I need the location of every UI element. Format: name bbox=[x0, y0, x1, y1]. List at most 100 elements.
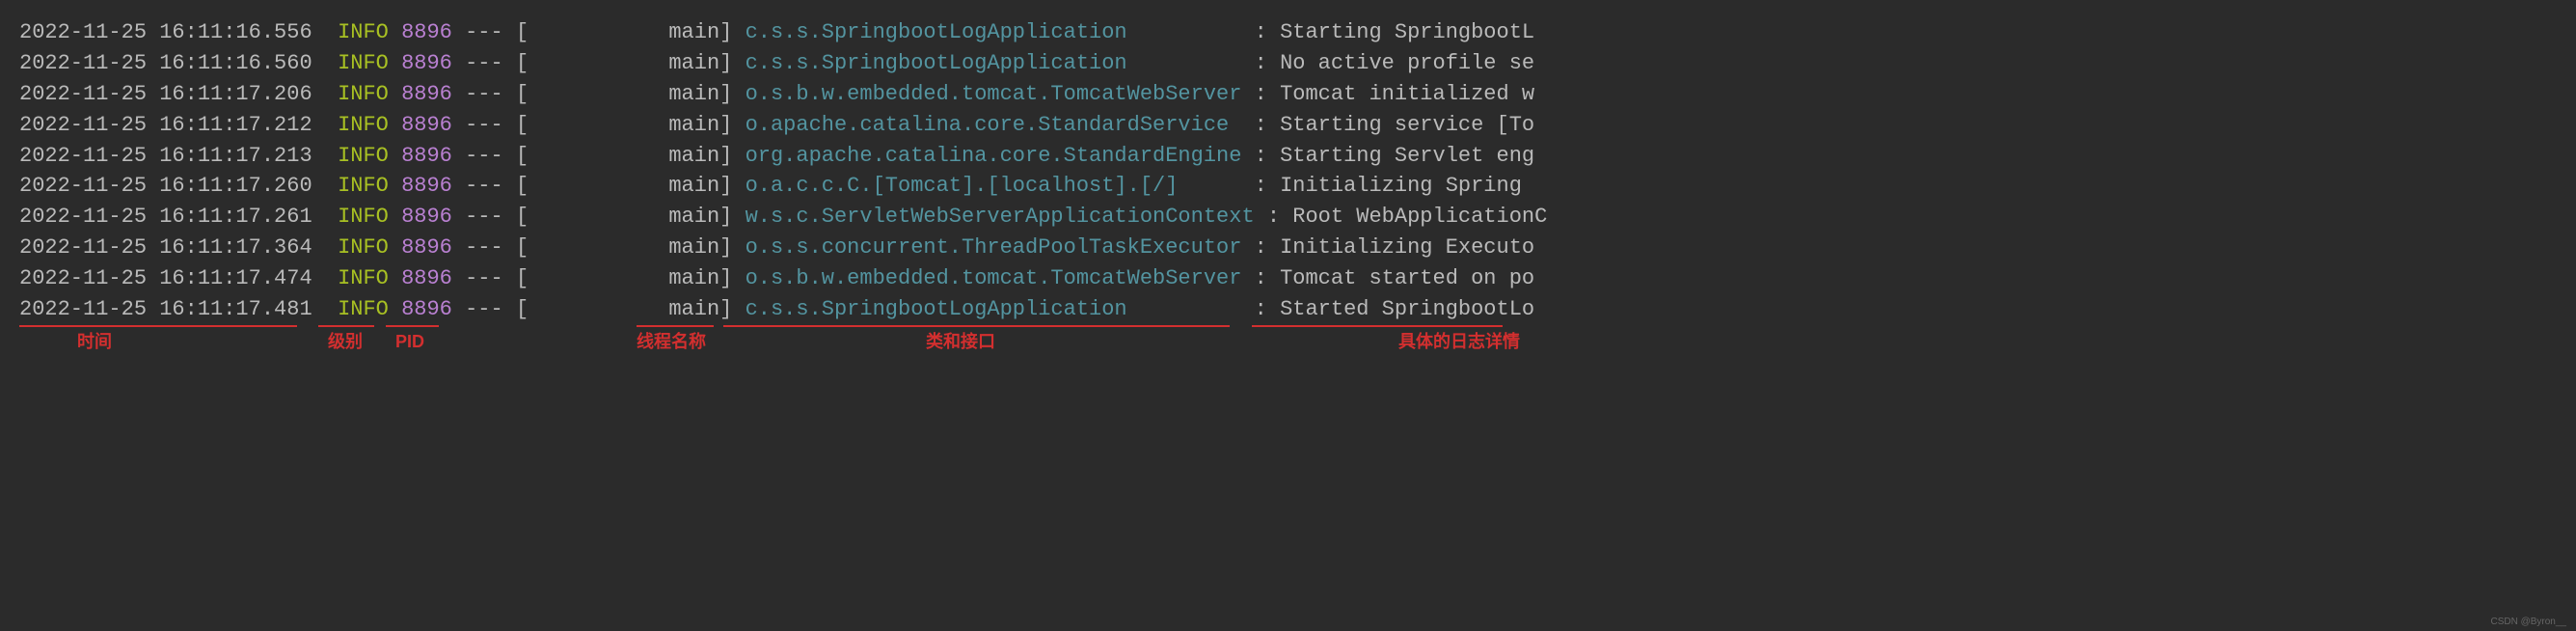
logger-name: o.s.s.concurrent.ThreadPoolTaskExecutor bbox=[746, 233, 1242, 263]
bracket-close: ] bbox=[719, 110, 732, 141]
bracket-open: [ bbox=[516, 110, 529, 141]
log-line: 2022-11-25 16:11:16.556 INFO 8896 --- [ … bbox=[19, 17, 2557, 48]
log-level: INFO bbox=[338, 171, 389, 202]
bracket-open: [ bbox=[516, 233, 529, 263]
label-logger: 类和接口 bbox=[926, 329, 995, 354]
bracket-close: ] bbox=[719, 79, 732, 110]
underline-thread bbox=[637, 325, 714, 327]
logger-name: org.apache.catalina.core.StandardEngine bbox=[746, 141, 1242, 172]
log-level: INFO bbox=[338, 110, 389, 141]
log-message: Initializing Executo bbox=[1280, 233, 1534, 263]
logger-name: c.s.s.SpringbootLogApplication bbox=[746, 17, 1242, 48]
log-message: Starting Servlet eng bbox=[1280, 141, 1534, 172]
log-output: 2022-11-25 16:11:16.556 INFO 8896 --- [ … bbox=[19, 17, 2557, 325]
thread-name: main bbox=[668, 17, 719, 48]
pid: 8896 bbox=[401, 141, 452, 172]
logger-name: o.apache.catalina.core.StandardService bbox=[746, 110, 1242, 141]
timestamp: 2022-11-25 16:11:16.560 bbox=[19, 48, 312, 79]
label-time: 时间 bbox=[77, 329, 112, 354]
timestamp: 2022-11-25 16:11:17.364 bbox=[19, 233, 312, 263]
log-line: 2022-11-25 16:11:16.560 INFO 8896 --- [ … bbox=[19, 48, 2557, 79]
bracket-open: [ bbox=[516, 141, 529, 172]
bracket-close: ] bbox=[719, 171, 732, 202]
timestamp: 2022-11-25 16:11:17.212 bbox=[19, 110, 312, 141]
colon-separator: : bbox=[1255, 263, 1267, 294]
thread-name: main bbox=[668, 79, 719, 110]
timestamp: 2022-11-25 16:11:17.213 bbox=[19, 141, 312, 172]
bracket-close: ] bbox=[719, 263, 732, 294]
colon-separator: : bbox=[1255, 17, 1267, 48]
log-line: 2022-11-25 16:11:17.213 INFO 8896 --- [ … bbox=[19, 141, 2557, 172]
watermark: CSDN @Byron__ bbox=[2490, 616, 2566, 630]
colon-separator: : bbox=[1255, 171, 1267, 202]
pid: 8896 bbox=[401, 17, 452, 48]
log-line: 2022-11-25 16:11:17.261 INFO 8896 --- [ … bbox=[19, 202, 2557, 233]
separator: --- bbox=[465, 141, 503, 172]
pid: 8896 bbox=[401, 263, 452, 294]
underline-pid bbox=[386, 325, 439, 327]
bracket-open: [ bbox=[516, 48, 529, 79]
bracket-close: ] bbox=[719, 141, 732, 172]
log-level: INFO bbox=[338, 233, 389, 263]
underline-message bbox=[1252, 325, 1503, 327]
log-line: 2022-11-25 16:11:17.260 INFO 8896 --- [ … bbox=[19, 171, 2557, 202]
label-message: 具体的日志详情 bbox=[1398, 329, 1520, 354]
bracket-open: [ bbox=[516, 17, 529, 48]
underline-logger bbox=[723, 325, 1230, 327]
bracket-open: [ bbox=[516, 171, 529, 202]
log-line: 2022-11-25 16:11:17.474 INFO 8896 --- [ … bbox=[19, 263, 2557, 294]
bracket-close: ] bbox=[719, 17, 732, 48]
colon-separator: : bbox=[1255, 48, 1267, 79]
bracket-close: ] bbox=[719, 233, 732, 263]
colon-separator: : bbox=[1255, 79, 1267, 110]
thread-name: main bbox=[668, 48, 719, 79]
logger-name: c.s.s.SpringbootLogApplication bbox=[746, 48, 1242, 79]
thread-name: main bbox=[668, 263, 719, 294]
log-message: No active profile se bbox=[1280, 48, 1534, 79]
log-line: 2022-11-25 16:11:17.206 INFO 8896 --- [ … bbox=[19, 79, 2557, 110]
timestamp: 2022-11-25 16:11:16.556 bbox=[19, 17, 312, 48]
log-level: INFO bbox=[338, 202, 389, 233]
bracket-close: ] bbox=[719, 202, 732, 233]
colon-separator: : bbox=[1255, 233, 1267, 263]
logger-name: o.a.c.c.C.[Tomcat].[localhost].[/] bbox=[746, 171, 1242, 202]
timestamp: 2022-11-25 16:11:17.261 bbox=[19, 202, 312, 233]
thread-name: main bbox=[668, 141, 719, 172]
bracket-open: [ bbox=[516, 79, 529, 110]
separator: --- bbox=[465, 48, 503, 79]
thread-name: main bbox=[668, 233, 719, 263]
colon-separator: : bbox=[1255, 110, 1267, 141]
underline-level bbox=[318, 325, 374, 327]
bracket-close: ] bbox=[719, 48, 732, 79]
log-level: INFO bbox=[338, 263, 389, 294]
pid: 8896 bbox=[401, 171, 452, 202]
bracket-open: [ bbox=[516, 263, 529, 294]
timestamp: 2022-11-25 16:11:17.206 bbox=[19, 79, 312, 110]
pid: 8896 bbox=[401, 48, 452, 79]
label-thread: 线程名称 bbox=[637, 329, 706, 354]
log-message: Initializing Spring bbox=[1280, 171, 1522, 202]
log-level: INFO bbox=[338, 141, 389, 172]
log-message: Tomcat started on po bbox=[1280, 263, 1534, 294]
timestamp: 2022-11-25 16:11:17.260 bbox=[19, 171, 312, 202]
separator: --- bbox=[465, 79, 503, 110]
thread-name: main bbox=[668, 171, 719, 202]
separator: --- bbox=[465, 171, 503, 202]
thread-name: main bbox=[668, 110, 719, 141]
separator: --- bbox=[465, 17, 503, 48]
pid: 8896 bbox=[401, 233, 452, 263]
logger-name: o.s.b.w.embedded.tomcat.TomcatWebServer bbox=[746, 79, 1242, 110]
timestamp: 2022-11-25 16:11:17.474 bbox=[19, 263, 312, 294]
colon-separator: : bbox=[1267, 202, 1280, 233]
colon-separator: : bbox=[1255, 141, 1267, 172]
log-line: 2022-11-25 16:11:17.212 INFO 8896 --- [ … bbox=[19, 110, 2557, 141]
log-level: INFO bbox=[338, 48, 389, 79]
log-line: 2022-11-25 16:11:17.364 INFO 8896 --- [ … bbox=[19, 233, 2557, 263]
label-level: 级别 bbox=[328, 329, 363, 354]
annotation-row: 时间 级别 PID 线程名称 类和接口 具体的日志详情 bbox=[19, 321, 2557, 370]
log-message: Starting service [To bbox=[1280, 110, 1534, 141]
logger-name: o.s.b.w.embedded.tomcat.TomcatWebServer bbox=[746, 263, 1242, 294]
thread-name: main bbox=[668, 202, 719, 233]
underline-time bbox=[19, 325, 297, 327]
separator: --- bbox=[465, 263, 503, 294]
